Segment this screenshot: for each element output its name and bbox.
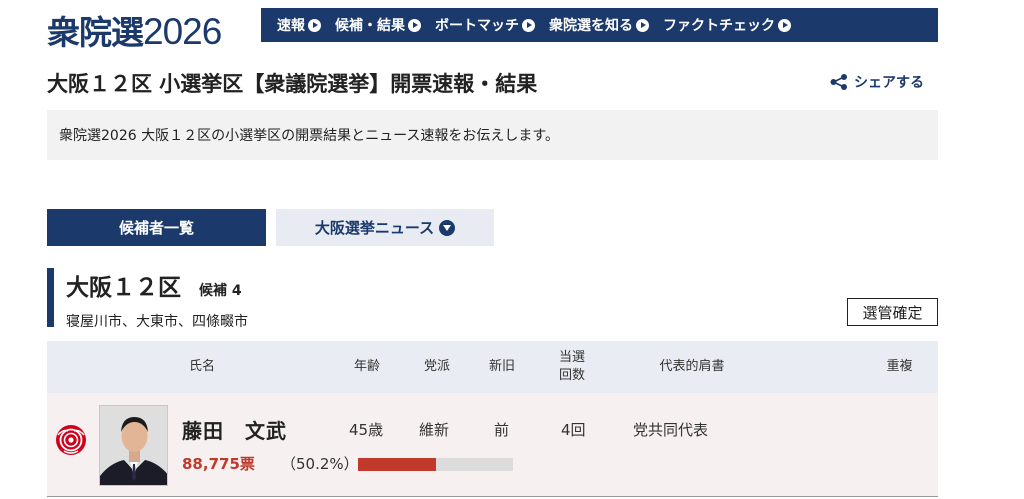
nav-item-label: 衆院選を知る [549,18,633,34]
column-header-wins-line2: 回数 [558,368,585,383]
nav-item-vote-match[interactable]: ボートマッチ [435,15,535,35]
nav-item-sokuho[interactable]: 速報 [277,15,321,35]
column-header-wins: 当選 回数 [542,341,602,393]
candidate-photo [99,405,168,486]
candidate-party: 維新 [419,421,450,439]
brand-logo-kanji: 衆院選 [47,13,144,52]
column-header-party: 党派 [423,359,450,375]
column-header-dual: 重複 [886,359,913,375]
nav-item-candidates-results[interactable]: 候補・結果 [335,15,421,35]
nav-item-label: ボートマッチ [435,18,519,34]
share-label: シェアする [854,75,924,91]
page-title: 大阪１２区 小選挙区【衆議院選挙】開票速報・結果 [47,72,538,96]
nav-item-fact-check[interactable]: ファクトチェック [663,15,791,35]
play-circle-icon [636,18,649,32]
column-header-age: 年齢 [353,359,380,375]
column-header-wins-line1: 当選 [558,350,585,366]
candidate-name[interactable]: 藤田 文武 [182,415,287,444]
district-area: 寝屋川市、大東市、四條畷市 [66,314,248,330]
tab-candidates[interactable]: 候補者一覧 [47,209,266,246]
brand-logo[interactable]: 衆院選 2026 [47,6,222,52]
play-circle-icon [778,18,791,32]
tab-candidates-label: 候補者一覧 [118,219,194,237]
tab-osaka-news[interactable]: 大阪選挙ニュース [276,209,494,246]
district-header: 大阪１２区 候補 4 寝屋川市、大東市、四條畷市 [47,268,248,330]
share-button[interactable]: シェアする [830,72,924,92]
table-row[interactable]: 藤田 文武 45歳 維新 前 4回 党共同代表 88,775票 （50.2%） [47,393,938,497]
status-badge: 選管確定 [847,298,938,326]
candidate-count: 候補 4 [199,283,242,299]
rose-icon [56,425,86,455]
nav-item-label: ファクトチェック [663,18,775,34]
nav-item-label: 候補・結果 [335,18,405,34]
play-circle-icon [308,18,321,32]
intro-text: 衆院選2026 大阪１２区の小選挙区の開票結果とニュース速報をお伝えします。 [47,110,938,160]
candidate-age: 45歳 [349,421,384,439]
top-nav: 速報 候補・結果 ボートマッチ 衆院選を知る ファクトチェック [261,8,938,42]
play-circle-icon [522,18,535,32]
column-header-name: 氏名 [188,359,215,375]
table-header: 氏名 年齢 党派 新旧 当選 回数 代表的肩書 重複 [47,341,938,393]
share-icon [830,74,847,90]
candidate-title: 党共同代表 [633,421,709,439]
vote-count: 88,775票 [182,455,255,473]
district-name: 大阪１２区 [66,275,181,301]
nav-item-label: 速報 [277,18,305,34]
column-header-title: 代表的肩書 [659,359,725,375]
vote-share-bar-fill [358,458,436,471]
play-circle-icon [408,18,421,32]
candidate-wins: 4回 [561,421,586,439]
candidate-status: 前 [494,421,510,439]
column-header-status: 新旧 [488,359,515,375]
candidate-portrait-icon [100,406,167,485]
vote-percent: （50.2%） [281,455,359,473]
chevron-down-circle-icon [439,219,456,236]
district-name-row: 大阪１２区 候補 4 [66,268,248,302]
tab-osaka-news-label: 大阪選挙ニュース [314,219,435,237]
vote-share-bar [358,458,513,471]
nav-item-learn-election[interactable]: 衆院選を知る [549,15,649,35]
brand-logo-year: 2026 [143,11,222,52]
